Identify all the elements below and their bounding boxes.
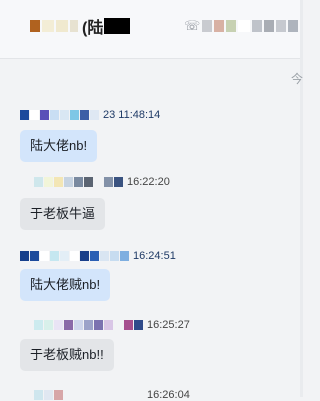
redacted-block xyxy=(40,110,49,120)
redacted-block xyxy=(124,320,133,330)
redacted-block xyxy=(104,390,113,400)
scrollbar-track[interactable] xyxy=(300,0,303,397)
redacted-block xyxy=(94,177,103,187)
redacted-block xyxy=(264,20,275,32)
message-bubble[interactable]: 于老板牛逼 xyxy=(20,198,106,230)
redacted-block xyxy=(84,390,93,400)
message-meta: 23 11:48:14 xyxy=(20,109,160,121)
message-time: 16:26:04 xyxy=(147,389,190,401)
redacted-block xyxy=(44,177,53,187)
redacted-block xyxy=(202,20,213,32)
message-meta: 16:22:20 xyxy=(34,176,170,188)
redacted-block xyxy=(30,251,39,261)
redacted-block xyxy=(30,110,39,120)
redacted-block xyxy=(74,177,83,187)
redacted-block xyxy=(238,20,251,32)
redacted-block xyxy=(54,390,63,400)
redacted-block xyxy=(276,20,287,32)
redacted-block xyxy=(70,251,79,261)
redacted-block xyxy=(74,390,83,400)
message-time: 16:22:20 xyxy=(127,176,170,188)
header-icons: ☏ xyxy=(184,18,300,34)
redacted-block xyxy=(114,177,123,187)
date-divider-partial: 今 xyxy=(290,72,303,86)
redacted-block xyxy=(34,320,43,330)
redacted-block xyxy=(34,390,43,400)
redacted-block xyxy=(114,390,123,400)
redacted-block xyxy=(90,251,99,261)
redacted-block xyxy=(74,320,83,330)
redacted-block xyxy=(42,20,54,32)
chat-title-area: (陆 xyxy=(30,17,131,37)
redacted-block xyxy=(114,320,123,330)
redacted-block xyxy=(226,20,237,32)
redacted-block xyxy=(70,20,78,32)
message-time: 16:24:51 xyxy=(133,250,176,262)
redacted-block xyxy=(104,320,113,330)
message-time: 23 11:48:14 xyxy=(103,109,161,121)
redacted-block xyxy=(40,251,49,261)
redacted-block xyxy=(20,110,29,120)
redacted-block xyxy=(100,251,109,261)
chat-header: (陆 ☏ xyxy=(0,0,303,59)
message-bubble[interactable]: 陆大佬nb! xyxy=(20,130,98,162)
redacted-block xyxy=(70,110,79,120)
redacted-block xyxy=(124,390,133,400)
redacted-block xyxy=(44,320,53,330)
redacted-block xyxy=(56,20,68,32)
redacted-block xyxy=(80,110,89,120)
message-meta: 16:26:04 xyxy=(34,389,190,401)
message-time: 16:25:27 xyxy=(147,319,190,331)
redacted-block xyxy=(94,320,103,330)
redacted-block xyxy=(90,110,99,120)
redacted-block xyxy=(44,390,53,400)
redacted-block xyxy=(104,18,131,34)
redacted-block xyxy=(20,251,29,261)
redacted-block xyxy=(54,177,63,187)
redacted-block xyxy=(54,320,63,330)
redacted-block xyxy=(94,390,103,400)
redacted-block xyxy=(64,390,73,400)
redacted-block xyxy=(50,251,59,261)
message-bubble[interactable]: 陆大佬贼nb! xyxy=(20,269,111,301)
chat-title: (陆 xyxy=(82,20,104,37)
redacted-block xyxy=(80,251,89,261)
redacted-block xyxy=(214,20,225,32)
redacted-block xyxy=(120,251,129,261)
redacted-block xyxy=(104,177,113,187)
redacted-block xyxy=(60,251,69,261)
phone-icon[interactable]: ☏ xyxy=(184,18,200,34)
redacted-block xyxy=(34,177,43,187)
redacted-block xyxy=(64,320,73,330)
redacted-block xyxy=(110,251,119,261)
message-bubble[interactable]: 于老板贼nb!! xyxy=(20,339,114,371)
redacted-block xyxy=(30,20,40,32)
redacted-block xyxy=(84,177,93,187)
message-meta: 16:24:51 xyxy=(20,250,176,262)
message-meta: 16:25:27 xyxy=(34,319,190,331)
redacted-block xyxy=(134,320,143,330)
redacted-block xyxy=(84,320,93,330)
redacted-block xyxy=(252,20,263,32)
redacted-block xyxy=(64,177,73,187)
redacted-block xyxy=(60,110,69,120)
redacted-block xyxy=(134,390,143,400)
redacted-block xyxy=(50,110,59,120)
redacted-block xyxy=(288,20,299,32)
